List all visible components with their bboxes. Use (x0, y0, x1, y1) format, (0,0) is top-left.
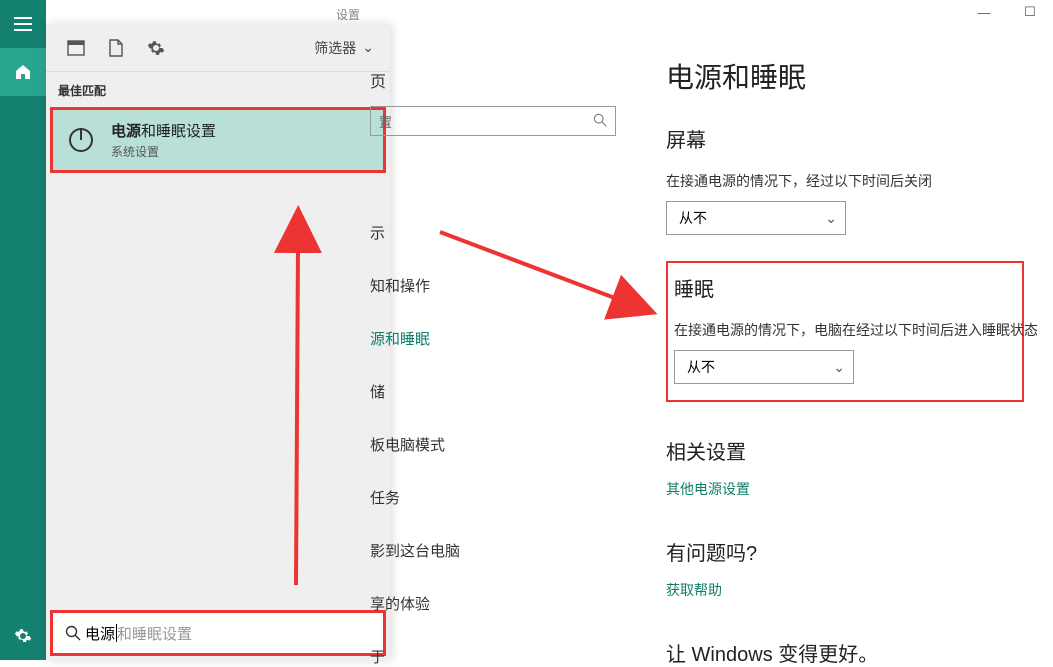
gear-icon (14, 627, 32, 645)
filter-label: 筛选器 (314, 38, 356, 58)
recent-icon[interactable] (56, 28, 96, 68)
chevron-down-icon: ⌄ (833, 359, 845, 376)
start-search-panel: 筛选器 ⌄ 最佳匹配 电源和睡眠设置 系统设置 电源和睡眠设置 (46, 24, 390, 660)
result-subtitle: 系统设置 (111, 143, 216, 160)
side-item[interactable]: 享的体验 (370, 593, 460, 614)
help-title: 有问题吗? (666, 537, 1053, 566)
search-panel-top: 筛选器 ⌄ (46, 24, 390, 72)
side-item[interactable]: 板电脑模式 (370, 434, 460, 455)
better-title: 让 Windows 变得更好。 (666, 638, 1053, 667)
settings-search-placeholder: 置 (379, 112, 392, 131)
best-match-label: 最佳匹配 (46, 72, 390, 105)
sleep-desc: 在接通电源的情况下，电脑在经过以下时间后进入睡眠状态 (674, 320, 1016, 340)
chevron-down-icon: ⌄ (362, 39, 374, 56)
section-sleep-highlight: 睡眠 在接通电源的情况下，电脑在经过以下时间后进入睡眠状态 从不 ⌄ (666, 261, 1024, 402)
maximize-button[interactable]: ☐ (1007, 0, 1053, 24)
search-icon (593, 113, 607, 130)
help-link[interactable]: 获取帮助 (666, 580, 722, 600)
settings-home-label: 页 (370, 68, 386, 92)
nav-rail (0, 0, 46, 660)
search-box[interactable]: 电源和睡眠设置 (53, 613, 383, 653)
power-icon (61, 120, 101, 160)
window-controls: — ☐ (961, 0, 1053, 24)
hamburger-button[interactable] (0, 0, 46, 48)
settings-side-list: 示 知和操作 源和睡眠 储 板电脑模式 任务 影到这台电脑 享的体验 于 (370, 222, 460, 667)
side-item[interactable]: 于 (370, 646, 460, 667)
home-icon (14, 63, 32, 81)
section-sleep-title: 睡眠 (674, 273, 1016, 302)
search-icon (61, 625, 85, 641)
related-link[interactable]: 其他电源设置 (666, 479, 750, 499)
window-title: 设置 (336, 6, 360, 23)
side-item[interactable]: 知和操作 (370, 275, 460, 296)
related-title: 相关设置 (666, 436, 1053, 465)
chevron-down-icon: ⌄ (825, 210, 837, 227)
side-item-selected[interactable]: 源和睡眠 (370, 328, 460, 349)
minimize-button[interactable]: — (961, 0, 1007, 24)
side-item[interactable]: 影到这台电脑 (370, 540, 460, 561)
hamburger-icon (14, 17, 32, 31)
filter-dropdown[interactable]: 筛选器 ⌄ (314, 38, 380, 58)
screen-desc: 在接通电源的情况下，经过以下时间后关闭 (666, 171, 1053, 191)
settings-page: 页 置 示 知和操作 源和睡眠 储 板电脑模式 任务 影到这台电脑 享的体验 于… (390, 24, 1053, 660)
settings-search-box[interactable]: 置 (370, 106, 616, 136)
documents-icon[interactable] (96, 28, 136, 68)
sleep-timeout-dropdown[interactable]: 从不 ⌄ (674, 350, 854, 384)
dropdown-value: 从不 (687, 357, 715, 377)
search-box-highlight: 电源和睡眠设置 (50, 610, 386, 656)
result-title: 电源和睡眠设置 (111, 120, 216, 141)
rail-settings-button[interactable] (0, 612, 46, 660)
side-item[interactable]: 示 (370, 222, 460, 243)
section-screen-title: 屏幕 (666, 124, 1053, 153)
screen-timeout-dropdown[interactable]: 从不 ⌄ (666, 201, 846, 235)
home-button[interactable] (0, 48, 46, 96)
side-item[interactable]: 储 (370, 381, 460, 402)
search-result-power-sleep[interactable]: 电源和睡眠设置 系统设置 (50, 107, 386, 173)
settings-content: 电源和睡眠 屏幕 在接通电源的情况下，经过以下时间后关闭 从不 ⌄ 睡眠 在接通… (666, 56, 1053, 667)
search-settings-icon[interactable] (136, 28, 176, 68)
window-titlebar: 设置 — ☐ (0, 0, 1053, 24)
side-item[interactable]: 任务 (370, 487, 460, 508)
search-input[interactable]: 电源和睡眠设置 (85, 623, 192, 644)
dropdown-value: 从不 (679, 208, 707, 228)
page-title: 电源和睡眠 (666, 56, 1053, 96)
